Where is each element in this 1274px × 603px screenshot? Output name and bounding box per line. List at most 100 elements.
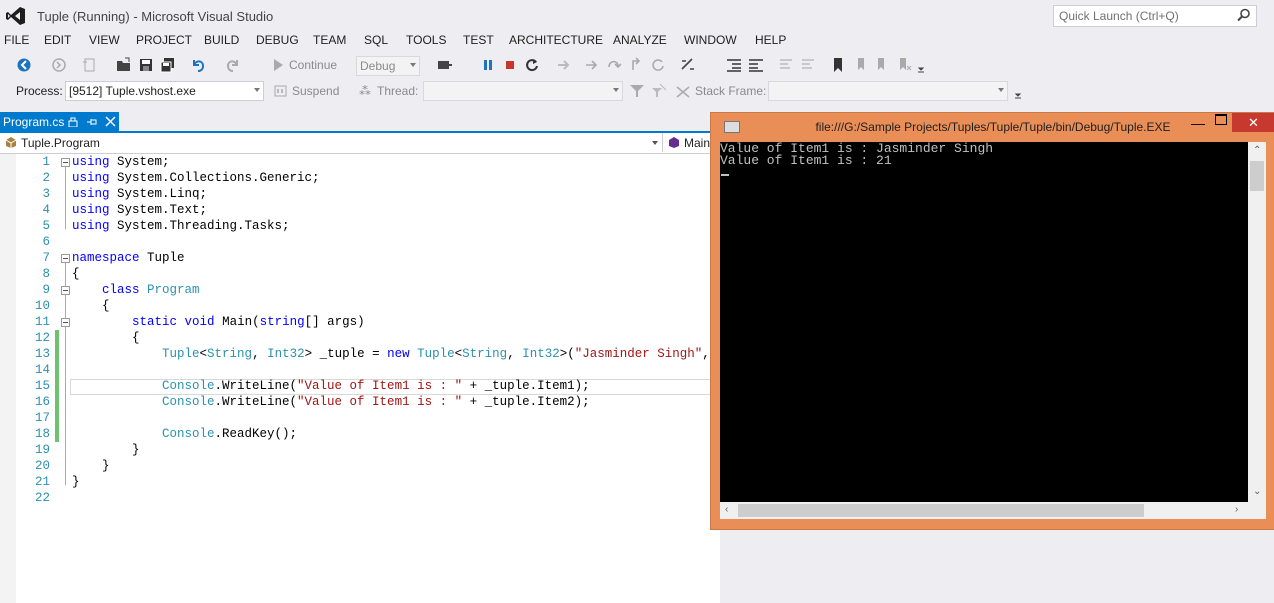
- menu-file[interactable]: FILE: [4, 33, 29, 47]
- new-project-icon[interactable]: [82, 57, 98, 73]
- attach-process-icon[interactable]: [436, 57, 452, 73]
- collapse-region-icon[interactable]: [61, 318, 70, 327]
- scroll-up-icon[interactable]: ⌃: [1253, 145, 1261, 156]
- save-icon[interactable]: [138, 57, 154, 73]
- type-dropdown[interactable]: Tuple.Program: [0, 133, 663, 152]
- comment-icon[interactable]: [778, 57, 794, 73]
- tab-program-cs[interactable]: Program.cs: [0, 112, 119, 131]
- vertical-scrollbar[interactable]: ⌃ ⌄: [1248, 142, 1266, 502]
- horizontal-scroll-thumb[interactable]: [738, 504, 1144, 517]
- code-line[interactable]: static void Main(string[] args): [72, 314, 365, 330]
- refresh-icon[interactable]: [650, 57, 666, 73]
- code-line[interactable]: using System.Threading.Tasks;: [72, 218, 290, 234]
- menu-edit[interactable]: EDIT: [44, 33, 71, 47]
- toolbar-options-icon[interactable]: [914, 59, 930, 75]
- menu-tools[interactable]: TOOLS: [406, 33, 446, 47]
- code-line[interactable]: {: [72, 266, 80, 282]
- code-line[interactable]: }: [72, 474, 80, 490]
- title-bar: Tuple (Running) - Microsoft Visual Studi…: [0, 0, 1274, 32]
- menu-test[interactable]: TEST: [463, 33, 494, 47]
- code-line[interactable]: Console.ReadKey();: [72, 426, 297, 442]
- continue-label[interactable]: Continue: [289, 58, 337, 72]
- pin-tab-icon[interactable]: [86, 116, 98, 127]
- code-token: Tuple: [139, 251, 185, 265]
- suspend-icon[interactable]: [273, 83, 289, 99]
- collapse-region-icon[interactable]: [61, 158, 70, 167]
- configuration-dropdown[interactable]: Debug: [356, 56, 420, 76]
- code-line[interactable]: }: [72, 458, 110, 474]
- menu-sql[interactable]: SQL: [364, 33, 388, 47]
- quick-launch-input[interactable]: Quick Launch (Ctrl+Q): [1053, 5, 1257, 27]
- show-next-statement-icon[interactable]: [556, 57, 572, 73]
- code-editor[interactable]: 1 2 3 4 5 6 7 8 9 10 11 12 13 14 15 16 17 18 19 20 21 22 usin…: [0, 154, 747, 603]
- bookmark-icon[interactable]: [830, 57, 846, 73]
- vertical-scroll-thumb[interactable]: [1250, 161, 1264, 191]
- minimize-button[interactable]: —: [1191, 115, 1205, 131]
- code-line[interactable]: {: [72, 330, 140, 346]
- open-file-icon[interactable]: [116, 57, 132, 73]
- scroll-right-icon[interactable]: ›: [1235, 504, 1238, 515]
- code-line[interactable]: using System;: [72, 154, 170, 170]
- navigate-forward-icon[interactable]: [51, 57, 67, 73]
- undo-icon[interactable]: [190, 57, 206, 73]
- console-window[interactable]: file:///G:/Sample Projects/Tuples/Tuple/…: [710, 112, 1274, 530]
- code-line[interactable]: Console.WriteLine("Value of Item1 is : "…: [72, 378, 590, 394]
- code-line[interactable]: {: [72, 298, 110, 314]
- process-dropdown[interactable]: [9512] Tuple.vshost.exe: [65, 81, 264, 101]
- horizontal-scrollbar[interactable]: ‹ ›: [720, 502, 1248, 519]
- close-button[interactable]: ✕: [1232, 113, 1274, 132]
- scroll-left-icon[interactable]: ‹: [725, 504, 728, 515]
- thread-dropdown[interactable]: [423, 81, 623, 101]
- restart-icon[interactable]: [524, 57, 540, 73]
- menu-window[interactable]: WINDOW: [684, 33, 737, 47]
- break-all-icon[interactable]: [480, 57, 496, 73]
- scroll-down-icon[interactable]: ⌄: [1253, 486, 1261, 497]
- filter-clear-icon[interactable]: [651, 83, 667, 99]
- previous-bookmark-icon[interactable]: [852, 57, 868, 73]
- collapse-region-icon[interactable]: [61, 286, 70, 295]
- menu-debug[interactable]: DEBUG: [256, 33, 299, 47]
- navigate-back-icon[interactable]: [16, 57, 32, 73]
- indent-icon[interactable]: [726, 57, 742, 73]
- next-bookmark-icon[interactable]: [874, 57, 890, 73]
- step-into-icon[interactable]: [584, 57, 600, 73]
- menu-help[interactable]: HELP: [755, 33, 786, 47]
- menu-team[interactable]: TEAM: [313, 33, 346, 47]
- save-all-icon[interactable]: [160, 57, 176, 73]
- code-token: Console: [162, 395, 215, 409]
- step-out-icon[interactable]: [628, 57, 644, 73]
- code-line[interactable]: using System.Collections.Generic;: [72, 170, 320, 186]
- menu-build[interactable]: BUILD: [204, 33, 239, 47]
- close-tab-icon[interactable]: [105, 116, 116, 127]
- code-line[interactable]: Tuple<String, Int32> _tuple = new Tuple<…: [72, 346, 747, 362]
- code-line[interactable]: namespace Tuple: [72, 250, 185, 266]
- member-value[interactable]: Main: [684, 136, 710, 150]
- toolbar-options-icon[interactable]: [1011, 85, 1027, 101]
- stop-debugging-icon[interactable]: [502, 57, 518, 73]
- code-line[interactable]: Console.WriteLine("Value of Item1 is : "…: [72, 394, 590, 410]
- collapse-region-icon[interactable]: [61, 254, 70, 263]
- code-line[interactable]: using System.Text;: [72, 202, 207, 218]
- code-line[interactable]: }: [72, 442, 140, 458]
- menu-project[interactable]: PROJECT: [136, 33, 192, 47]
- outdent-icon[interactable]: [748, 57, 764, 73]
- redo-icon[interactable]: [225, 57, 241, 73]
- clear-bookmarks-icon[interactable]: [896, 57, 912, 73]
- menu-architecture[interactable]: ARCHITECTURE: [509, 33, 603, 47]
- step-over-icon[interactable]: [606, 57, 622, 73]
- selection-margin[interactable]: [0, 154, 16, 603]
- code-line[interactable]: using System.Linq;: [72, 186, 207, 202]
- suspend-label[interactable]: Suspend: [292, 84, 339, 98]
- uncomment-icon[interactable]: [800, 57, 816, 73]
- continue-icon[interactable]: [270, 57, 286, 73]
- hex-display-icon[interactable]: [680, 57, 696, 73]
- code-line[interactable]: class Program: [72, 282, 200, 298]
- search-icon[interactable]: [1237, 8, 1251, 22]
- maximize-button[interactable]: [1215, 114, 1227, 125]
- menu-view[interactable]: VIEW: [89, 33, 120, 47]
- thread-label: Thread:: [377, 84, 419, 98]
- stack-frame-dropdown[interactable]: [768, 81, 1008, 101]
- console-output[interactable]: Value of Item1 is : Jasminder Singh Valu…: [720, 142, 1266, 502]
- filter-icon[interactable]: [629, 83, 645, 99]
- menu-analyze[interactable]: ANALYZE: [613, 33, 667, 47]
